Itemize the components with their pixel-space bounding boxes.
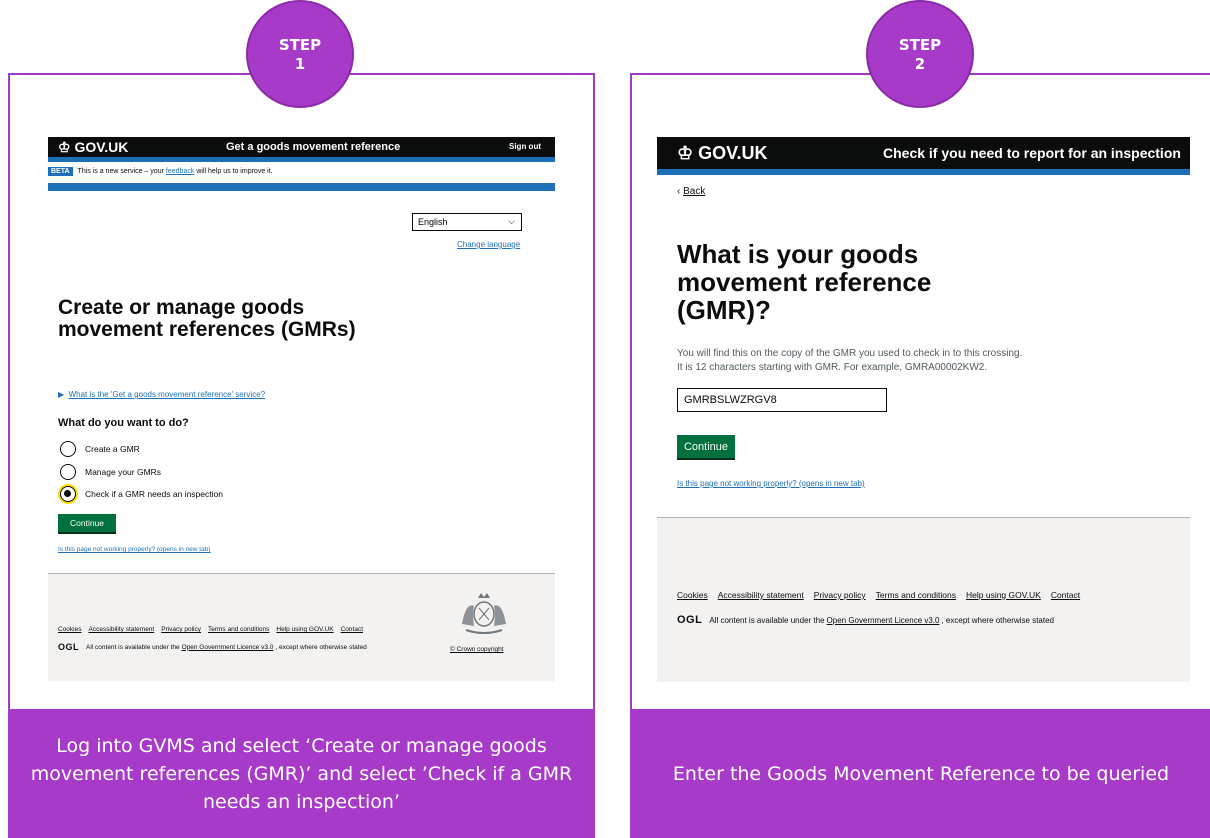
royal-crest-icon — [462, 593, 506, 634]
sign-out-link[interactable]: Sign out — [509, 142, 541, 151]
report-problem-link[interactable]: Is this page not working properly? (open… — [677, 479, 865, 488]
radio-create-gmr[interactable]: Create a GMR — [60, 441, 140, 457]
step1-caption-text: Log into GVMS and select ‘Create or mana… — [30, 734, 573, 813]
header-blue-line — [657, 169, 1190, 175]
licence-link[interactable]: Open Government Licence v3.0 — [182, 644, 274, 651]
govuk-footer: Cookies Accessibility statement Privacy … — [48, 573, 555, 681]
radio-check-inspection[interactable]: Check if a GMR needs an inspection — [60, 486, 223, 502]
step1-screenshot: ♔ GOV.UK Get a goods movement reference … — [48, 137, 555, 681]
footer-link-help[interactable]: Help using GOV.UK — [276, 626, 333, 633]
footer-link-contact[interactable]: Contact — [341, 626, 363, 633]
continue-button[interactable]: Continue — [58, 514, 116, 532]
beta-text-post: will help us to improve it. — [196, 167, 273, 175]
step1-caption: Log into GVMS and select ‘Create or mana… — [8, 709, 595, 838]
footer-link-accessibility[interactable]: Accessibility statement — [718, 590, 804, 600]
govuk-logo[interactable]: ♔ GOV.UK — [677, 143, 768, 164]
phase-banner: BETA This is a new service – your feedba… — [48, 164, 273, 178]
details-summary[interactable]: ▶ What is the 'Get a goods movement refe… — [58, 390, 265, 399]
govuk-footer: Cookies Accessibility statement Privacy … — [657, 517, 1190, 682]
gmr-input[interactable] — [677, 388, 887, 412]
licence-text-pre: All content is available under the — [709, 615, 825, 625]
footer-licence: OGL All content is available under the O… — [677, 614, 1054, 626]
licence-text-post: , except where otherwise stated — [941, 615, 1054, 625]
footer-link-privacy[interactable]: Privacy policy — [161, 626, 201, 633]
licence-link[interactable]: Open Government Licence v3.0 — [827, 616, 940, 625]
footer-link-help[interactable]: Help using GOV.UK — [966, 590, 1041, 600]
step1-badge-word: STEP — [278, 36, 322, 54]
footer-links: Cookies Accessibility statement Privacy … — [677, 590, 1080, 600]
radio-circle[interactable] — [60, 464, 76, 480]
govuk-header: ♔ GOV.UK Check if you need to report for… — [657, 137, 1190, 169]
language-select[interactable]: English ⌵ — [412, 213, 522, 231]
footer-links: Cookies Accessibility statement Privacy … — [58, 626, 363, 633]
govuk-header: ♔ GOV.UK Get a goods movement reference … — [48, 137, 555, 157]
beta-tag: BETA — [48, 166, 73, 176]
crown-copyright-link[interactable]: © Crown copyright — [450, 646, 504, 653]
beta-text-pre: This is a new service – your — [77, 167, 164, 175]
hint-line-1: You will find this on the copy of the GM… — [677, 348, 1023, 359]
step2-badge-word: STEP — [898, 36, 942, 54]
step2-badge: STEP 2 — [866, 0, 974, 108]
back-link[interactable]: ‹ Back — [677, 186, 705, 197]
step2-screenshot: ♔ GOV.UK Check if you need to report for… — [657, 137, 1190, 682]
service-name[interactable]: Get a goods movement reference — [226, 141, 400, 153]
triangle-right-icon: ▶ — [58, 390, 65, 399]
step1-badge-number: 1 — [294, 55, 306, 73]
language-value: English — [418, 217, 448, 227]
blue-bar — [48, 183, 555, 191]
report-problem-link[interactable]: Is this page not working properly? (open… — [58, 546, 210, 553]
footer-link-accessibility[interactable]: Accessibility statement — [88, 626, 154, 633]
radio-label: Check if a GMR needs an inspection — [85, 489, 223, 499]
step2-caption-text: Enter the Goods Movement Reference to be… — [672, 762, 1170, 785]
licence-text-pre: All content is available under the — [86, 643, 180, 651]
chevron-down-icon: ⌵ — [508, 216, 515, 226]
footer-licence: OGL All content is available under the O… — [58, 642, 367, 652]
step1-badge: STEP 1 — [246, 0, 354, 108]
step2-badge-number: 2 — [914, 55, 926, 73]
radio-manage-gmrs[interactable]: Manage your GMRs — [60, 464, 161, 480]
footer-link-privacy[interactable]: Privacy policy — [814, 590, 866, 600]
page-title: Create or manage goods movement referenc… — [58, 296, 356, 341]
header-blue-line — [48, 157, 555, 162]
radio-circle[interactable] — [60, 441, 76, 457]
change-language-link[interactable]: Change language — [457, 240, 520, 249]
govuk-logo[interactable]: ♔ GOV.UK — [58, 139, 128, 156]
footer-link-cookies[interactable]: Cookies — [58, 626, 81, 633]
ogl-logo: OGL — [677, 614, 703, 626]
feedback-link[interactable]: feedback — [166, 168, 194, 175]
question-legend: What do you want to do? — [58, 417, 189, 429]
footer-link-contact[interactable]: Contact — [1051, 590, 1080, 600]
page-title: What is your goods movement reference (G… — [677, 239, 932, 325]
licence-text-post: , except where otherwise stated — [275, 643, 367, 651]
footer-link-terms[interactable]: Terms and conditions — [208, 626, 269, 633]
details-summary-text: What is the 'Get a goods movement refere… — [68, 390, 266, 399]
radio-circle-selected[interactable] — [60, 486, 76, 502]
footer-link-cookies[interactable]: Cookies — [677, 590, 708, 600]
hint-text: You will find this on the copy of the GM… — [677, 347, 1127, 375]
step2-caption: Enter the Goods Movement Reference to be… — [630, 709, 1210, 838]
back-link-text: Back — [683, 186, 706, 197]
ogl-logo: OGL — [58, 642, 79, 652]
hint-line-2: It is 12 characters starting with GMR. F… — [677, 362, 988, 373]
continue-button[interactable]: Continue — [677, 435, 735, 458]
radio-label: Manage your GMRs — [85, 467, 162, 477]
chevron-left-icon: ‹ — [677, 186, 681, 197]
footer-link-terms[interactable]: Terms and conditions — [876, 590, 956, 600]
service-name[interactable]: Check if you need to report for an inspe… — [883, 145, 1181, 161]
radio-label: Create a GMR — [85, 444, 140, 454]
